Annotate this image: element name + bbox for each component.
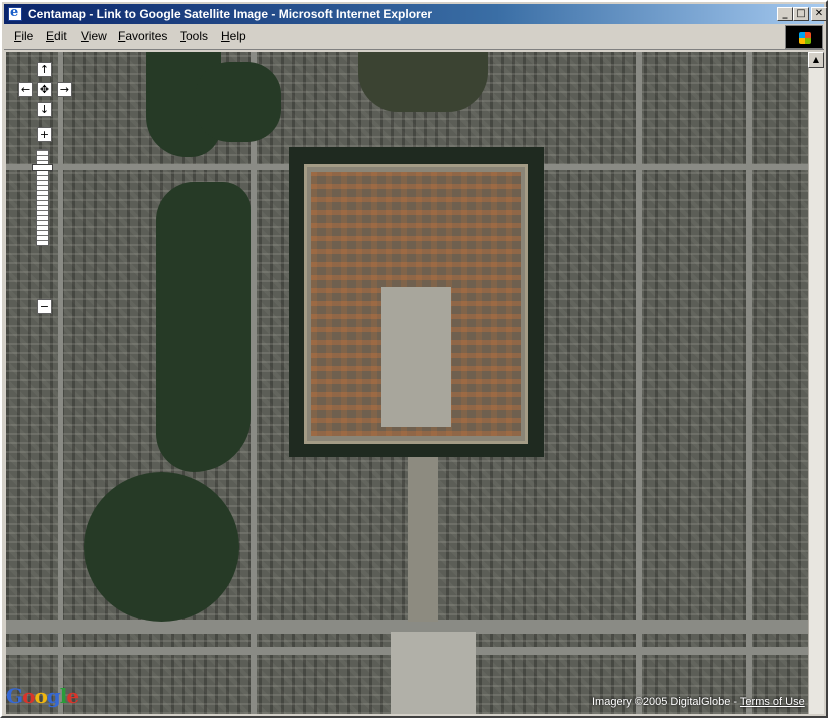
menu-help[interactable]: Help [221,29,246,43]
satellite-map[interactable] [6,52,808,714]
pan-down-button[interactable]: ↓ [37,102,52,117]
window-title: Centamap - Link to Google Satellite Imag… [28,7,433,21]
windows-throbber-logo [785,25,823,49]
scroll-up-button[interactable]: ▲ [808,52,824,68]
zoom-in-button[interactable]: + [37,127,52,142]
map-road [408,457,438,622]
zoom-slider-handle[interactable] [32,164,53,171]
attribution-text: Imagery ©2005 DigitalGlobe - [592,696,740,708]
palace-courtyard [381,287,451,427]
lake-north-east [196,62,281,142]
menu-file[interactable]: File [14,29,33,43]
logo-letter: o [34,684,47,708]
logo-letter: g [46,684,61,708]
windows-flag-icon [799,32,811,44]
lake-middle [156,182,251,472]
map-road [58,52,63,714]
menu-view[interactable]: View [81,29,107,43]
title-bar[interactable]: Centamap - Link to Google Satellite Imag… [4,4,827,24]
pan-up-button[interactable]: ↑ [37,62,52,77]
google-logo: Google [6,684,79,708]
pan-left-button[interactable]: ← [18,82,33,97]
pan-center-button[interactable]: ✥ [37,82,52,97]
logo-letter: o [22,684,35,708]
menu-edit[interactable]: Edit [46,29,67,43]
map-road [251,52,257,714]
map-road [746,52,752,714]
logo-letter: G [6,684,23,708]
logo-letter: e [66,684,79,708]
map-road [636,52,642,714]
menu-tools[interactable]: Tools [180,29,208,43]
close-button[interactable]: ✕ [811,7,827,21]
maximize-button[interactable]: □ [793,7,809,21]
ie-app-icon[interactable] [8,5,22,21]
menu-bar: File Edit View Favorites Tools Help [4,25,824,50]
browser-window: Centamap - Link to Google Satellite Imag… [0,0,828,718]
vertical-scrollbar[interactable] [808,52,824,714]
park-hill [358,52,488,112]
pan-right-button[interactable]: → [57,82,72,97]
minimize-button[interactable]: _ [777,7,793,21]
city-square [391,632,476,714]
lake-south [84,472,239,622]
imagery-attribution: Imagery ©2005 DigitalGlobe - Terms of Us… [592,696,805,708]
zoom-out-button[interactable]: − [37,299,52,314]
terms-of-use-link[interactable]: Terms of Use [740,696,805,708]
menu-favorites[interactable]: Favorites [118,29,167,43]
